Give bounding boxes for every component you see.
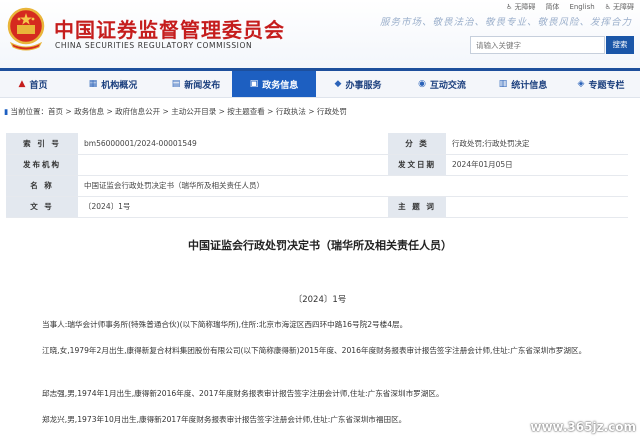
nav-item-about[interactable]: ▦ 机构概况 [66,71,160,97]
keyword-value [446,196,628,218]
doc-no-value: 〔2024〕1号 [78,196,388,218]
top-link-accessibility[interactable]: ♿ 无障碍 [506,2,535,12]
breadcrumb-prefix: 当前位置： [10,107,49,116]
keyword-label: 主 题 词 [388,196,446,218]
site-header: 中国证券监督管理委员会 CHINA SECURITIES REGULATORY … [0,0,640,68]
document-info-table: 索 引 号 bm56000001/2024-00001549 分 类 行政处罚;… [6,133,628,218]
breadcrumb-item-catalog[interactable]: 主动公开目录 [171,107,216,116]
top-links: ♿ 无障碍 简体 English ♿ 无障碍 [506,2,634,12]
document-paragraph: 江晓,女,1979年2月出生,康得新复合材料集团股份有限公司(以下简称康得新)2… [42,346,587,355]
home-icon: ▲ [18,79,26,89]
service-icon: ◆ [334,79,342,89]
issuer-label: 发布机构 [6,154,78,176]
nav-item-topics[interactable]: ◈ 专题专栏 [562,71,640,97]
category-label: 分 类 [388,133,446,155]
news-icon: ▤ [171,79,181,89]
org-name-en: CHINA SECURITIES REGULATORY COMMISSION [55,41,253,50]
table-row: 发布机构 发文日期 2024年01月05日 [6,154,628,176]
slogan: 服务市场、敬畏法治、敬畏专业、敬畏风险、发挥合力 [379,17,632,28]
nav-item-news[interactable]: ▤ 新闻发布 [160,71,232,97]
document-icon: ▣ [249,79,259,89]
top-link-simplified[interactable]: 简体 [545,2,559,12]
search-input[interactable]: 请输入关键字 [470,36,605,54]
breadcrumb-item-info-disclosure[interactable]: 政府信息公开 [115,107,160,116]
main-nav: ▲ 首页 ▦ 机构概况 ▤ 新闻发布 ▣ 政务信息 ◆ 办事服务 ◉ 互动交流 ▥ 统计信息 … [0,68,640,98]
name-label: 名 称 [6,175,78,197]
stats-icon: ▥ [498,79,508,89]
table-row: 名 称 中国证监会行政处罚决定书（瑞华所及相关责任人员） [6,175,628,197]
category-value: 行政处罚;行政处罚决定 [446,133,628,155]
org-name-cn[interactable]: 中国证券监督管理委员会 [54,14,285,43]
document-paragraph: 邱志强,男,1974年1月出生,康得新2016年度、2017年度财务报表审计报告… [42,389,444,398]
date-label: 发文日期 [388,154,446,176]
issuer-value [78,154,388,176]
national-emblem-icon[interactable] [6,7,46,51]
breadcrumb: ▮ 当前位置：首页 > 政务信息 > 政府信息公开 > 主动公开目录 > 按主题… [4,107,347,116]
site-watermark: www.365jz.com [530,420,636,434]
breadcrumb-item-by-topic[interactable]: 按主题查看 [227,107,265,116]
nav-item-interaction[interactable]: ◉ 互动交流 [400,71,484,97]
building-icon: ▦ [88,79,98,89]
nav-item-home[interactable]: ▲ 首页 [0,71,66,97]
table-row: 文 号 〔2024〕1号 主 题 词 [6,196,628,218]
breadcrumb-item-home[interactable]: 首页 [48,107,63,116]
table-row: 索 引 号 bm56000001/2024-00001549 分 类 行政处罚;… [6,133,628,155]
search-button[interactable]: 搜索 [606,36,634,54]
index-label: 索 引 号 [6,133,78,155]
top-link-english[interactable]: English [569,2,594,12]
index-value: bm56000001/2024-00001549 [78,133,388,155]
document-paragraph: 当事人:瑞华会计师事务所(特殊普通合伙)(以下简称瑞华所),住所:北京市海淀区西… [42,320,408,329]
accessibility-icon: ♿ [604,3,611,11]
topic-icon: ◈ [577,79,585,89]
chat-icon: ◉ [418,79,426,89]
accessibility-icon: ♿ [506,3,513,11]
top-link-barrier-free[interactable]: ♿ 无障碍 [605,2,634,12]
nav-item-statistics[interactable]: ▥ 统计信息 [484,71,562,97]
breadcrumb-item-enforcement[interactable]: 行政执法 [276,107,306,116]
date-value: 2024年01月05日 [446,154,628,176]
nav-item-government-info[interactable]: ▣ 政务信息 [232,71,316,97]
nav-item-services[interactable]: ◆ 办事服务 [316,71,400,97]
name-value: 中国证监会行政处罚决定书（瑞华所及相关责任人员） [78,175,628,197]
doc-no-label: 文 号 [6,196,78,218]
breadcrumb-item-gov-info[interactable]: 政务信息 [74,107,104,116]
location-pin-icon: ▮ [4,107,9,116]
document-number: 〔2024〕1号 [293,295,347,305]
document-title: 中国证监会行政处罚决定书（瑞华所及相关责任人员） [188,239,452,252]
breadcrumb-item-penalty[interactable]: 行政处罚 [317,107,347,116]
